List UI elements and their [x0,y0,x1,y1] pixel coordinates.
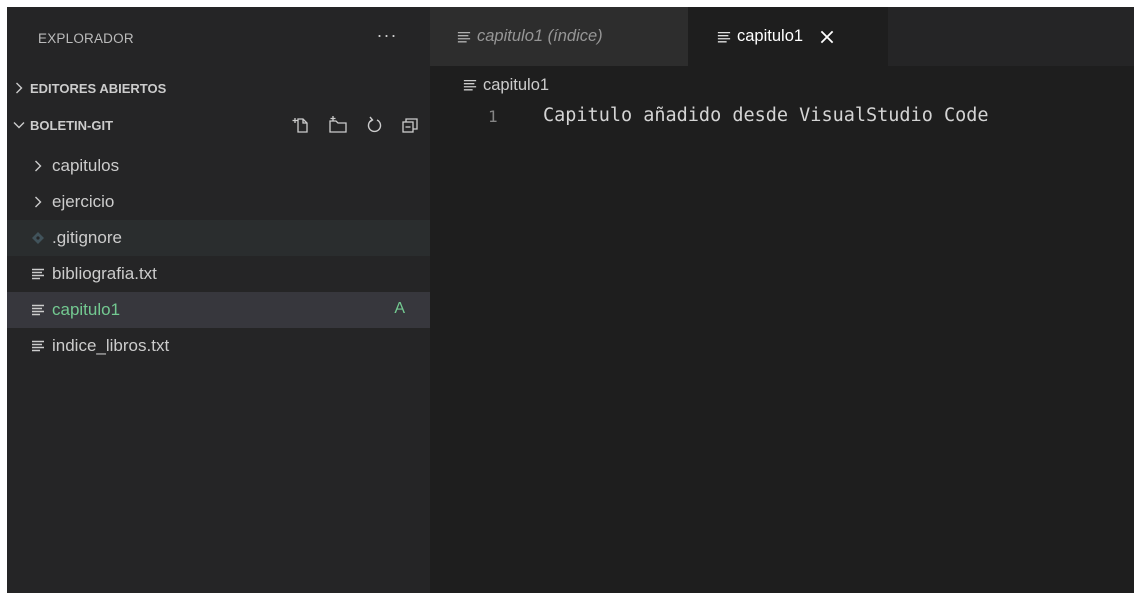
tree-item-indice-libros[interactable]: indice_libros.txt [7,328,430,364]
tab-capitulo1[interactable]: capitulo1 [688,7,888,66]
section-workspace[interactable]: BOLETIN-GIT [7,110,430,140]
tree-item-label: indice_libros.txt [52,336,170,355]
editor-area: capitulo1 (índice) capitulo1 capitulo1 1… [430,7,1134,593]
chevron-right-icon [35,196,42,208]
git-added-badge: A [394,300,405,317]
collapse-all-icon[interactable] [398,113,422,137]
text-file-icon [32,268,44,280]
git-file-icon [32,232,44,244]
section-open-editors-label: EDITORES ABIERTOS [30,80,167,96]
tree-item-capitulo1[interactable]: capitulo1 A [7,292,430,328]
breadcrumb[interactable]: capitulo1 [463,74,549,96]
text-file-icon [457,31,471,42]
line-text[interactable]: Capitulo añadido desde VisualStudio Code [543,105,989,126]
close-icon[interactable] [818,28,836,46]
explorer-header: EXPLORADOR ··· [7,7,430,70]
text-file-icon [32,304,44,316]
section-open-editors[interactable]: EDITORES ABIERTOS [7,73,430,103]
tree-item-label: ejercicio [52,192,115,211]
text-file-icon [717,31,731,42]
tree-item-label: capitulos [52,156,120,175]
more-actions-button[interactable]: ··· [373,25,401,49]
explorer-sidebar: EXPLORADOR ··· EDITORES ABIERTOS BOLETIN… [7,7,430,593]
tab-label: capitulo1 (índice) [477,27,603,45]
explorer-title: EXPLORADOR [38,31,134,46]
tab-label: capitulo1 [737,27,804,45]
code-line[interactable]: 1 Capitulo añadido desde VisualStudio Co… [430,105,1134,131]
new-file-icon[interactable] [290,113,314,137]
tree-item-label: .gitignore [52,228,122,247]
chevron-down-icon [13,122,25,129]
tree-item-bibliografia[interactable]: bibliografia.txt [7,256,430,292]
text-file-icon [32,340,44,352]
tree-item-gitignore[interactable]: .gitignore [7,220,430,256]
tree-item-capitulos[interactable]: capitulos [7,148,430,184]
text-file-icon [463,79,477,91]
section-workspace-label: BOLETIN-GIT [30,117,114,133]
tree-item-ejercicio[interactable]: ejercicio [7,184,430,220]
breadcrumb-file: capitulo1 [483,75,550,94]
tab-bar: capitulo1 (índice) capitulo1 [430,7,1134,66]
vscode-window: EXPLORADOR ··· EDITORES ABIERTOS BOLETIN… [7,7,1134,593]
refresh-icon[interactable] [362,113,386,137]
tree-item-label: bibliografia.txt [52,264,157,283]
new-folder-icon[interactable] [326,113,350,137]
line-number: 1 [488,107,498,126]
tree-item-label: capitulo1 [52,300,121,319]
chevron-right-icon [35,160,42,172]
chevron-right-icon [16,82,23,94]
tab-capitulo1-indice[interactable]: capitulo1 (índice) [430,7,688,66]
workspace-actions [290,113,422,137]
